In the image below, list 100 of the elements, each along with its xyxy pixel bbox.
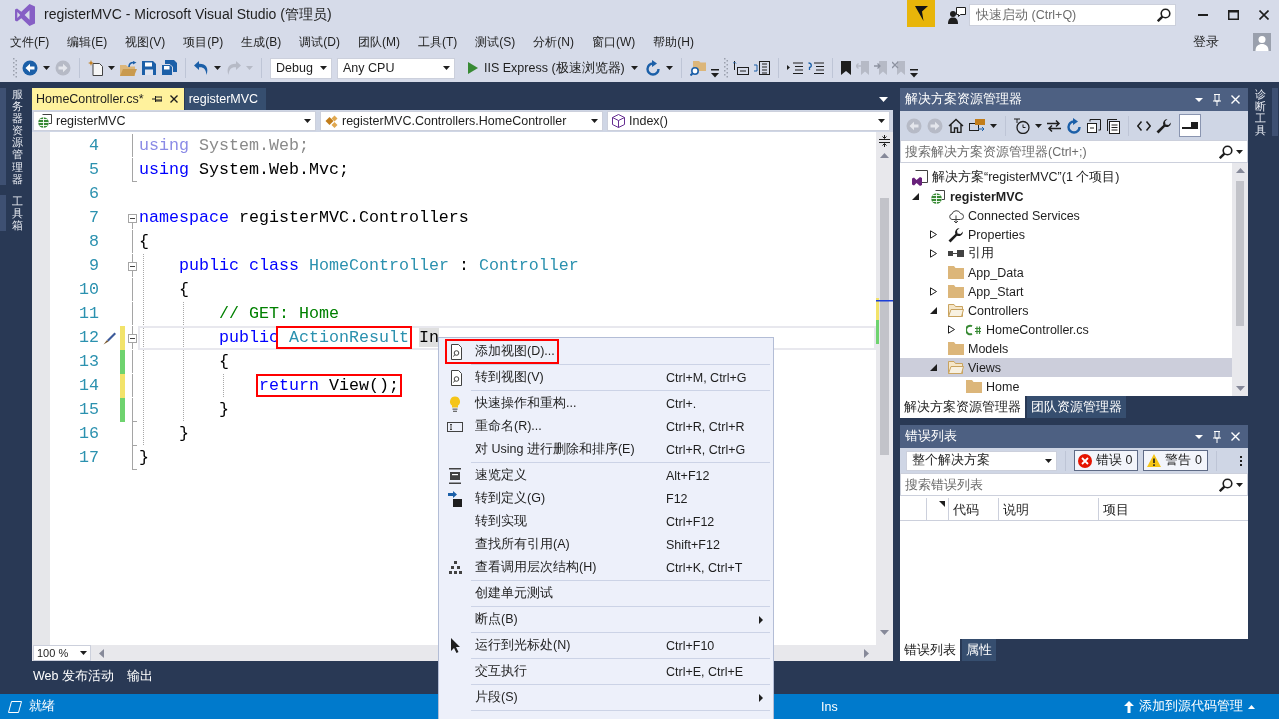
- panel-tab[interactable]: 错误列表: [900, 639, 960, 661]
- preview-toggle[interactable]: [1179, 114, 1201, 137]
- collapse-toggle-icon[interactable]: [127, 334, 137, 343]
- menu-item[interactable]: 文件(F): [1, 30, 59, 54]
- scroll-up-icon[interactable]: [880, 153, 889, 158]
- panel-tab[interactable]: 团队资源管理器: [1027, 396, 1126, 418]
- caret-icon[interactable]: [320, 66, 327, 70]
- text-lines-icon[interactable]: [786, 61, 803, 75]
- panel-tab[interactable]: 属性: [962, 639, 996, 661]
- menu-item[interactable]: 速览定义 Alt+F12: [439, 464, 773, 487]
- menu-item[interactable]: 添加视图(D)...: [439, 340, 773, 363]
- search-icon[interactable]: [1219, 477, 1233, 492]
- navigation-dropdown[interactable]: registerMVC: [33, 111, 316, 131]
- caret-icon[interactable]: [304, 119, 311, 123]
- panel-tab[interactable]: 解决方案资源管理器: [900, 396, 1025, 418]
- caret-up-icon[interactable]: [1248, 704, 1255, 709]
- navigation-dropdown[interactable]: registerMVC.Controllers.HomeController: [320, 111, 603, 131]
- caret-icon[interactable]: [990, 123, 997, 128]
- quick-launch-field[interactable]: 快速启动 (Ctrl+Q): [969, 4, 1176, 26]
- flag-icon[interactable]: [907, 0, 935, 27]
- caret-icon[interactable]: [879, 96, 888, 102]
- tree-item[interactable]: App_Data: [948, 265, 1024, 280]
- run-button[interactable]: IIS Express (极速浏览器): [460, 59, 640, 77]
- menu-item[interactable]: 转到视图(V) Ctrl+M, Ctrl+G: [439, 366, 773, 389]
- maximize-icon[interactable]: [1228, 10, 1239, 20]
- expander-arrow-icon[interactable]: [912, 193, 919, 200]
- tree-item[interactable]: Connected Services: [948, 208, 1080, 223]
- caret-icon[interactable]: [43, 66, 50, 70]
- menu-item[interactable]: 团队(M): [349, 30, 409, 54]
- tree-item[interactable]: Home: [966, 379, 1020, 394]
- scrollbar-thumb[interactable]: [1236, 181, 1244, 326]
- side-tab[interactable]: 工具箱: [0, 194, 23, 232]
- caret-icon[interactable]: [665, 66, 673, 70]
- scroll-down-icon[interactable]: [1235, 386, 1245, 391]
- refresh-icon[interactable]: [644, 60, 661, 76]
- close-icon[interactable]: [1259, 10, 1269, 20]
- filter-toggle[interactable]: 错误 0: [1074, 450, 1139, 471]
- back-icon[interactable]: [22, 60, 38, 76]
- menu-item[interactable]: 项目(P): [174, 30, 233, 54]
- collapse-toggle-icon[interactable]: [127, 262, 137, 271]
- window-arrow-icon[interactable]: [969, 119, 985, 132]
- zoom-dropdown[interactable]: 100 %: [33, 645, 91, 661]
- search-icon[interactable]: [1157, 8, 1171, 22]
- menu-item[interactable]: 转到定义(G) F12: [439, 487, 773, 510]
- pin-icon[interactable]: [151, 95, 162, 103]
- expander-arrow-icon[interactable]: [930, 230, 937, 239]
- up-arrow-icon[interactable]: [1124, 700, 1134, 713]
- tree-item[interactable]: Controllers: [948, 303, 1029, 318]
- expander-arrow-icon[interactable]: [930, 364, 937, 371]
- vertical-scrollbar[interactable]: [876, 132, 893, 645]
- grip-icon[interactable]: [13, 58, 17, 78]
- bookmark-icon[interactable]: [840, 61, 851, 75]
- collapse-toggle-icon[interactable]: [127, 214, 137, 223]
- caret-icon[interactable]: [214, 66, 221, 70]
- expander-arrow-icon[interactable]: [930, 307, 937, 314]
- side-tab[interactable]: 诊断工具: [1255, 88, 1278, 137]
- undo-icon[interactable]: [194, 61, 209, 75]
- filter-toggle[interactable]: 警告 0: [1143, 450, 1208, 471]
- menu-item[interactable]: 生成(B): [232, 30, 291, 54]
- code-brackets-icon[interactable]: [1137, 120, 1151, 131]
- side-tab[interactable]: 服务器资源管理器: [0, 88, 23, 185]
- caret-icon[interactable]: [80, 651, 87, 655]
- home-icon[interactable]: [948, 118, 964, 133]
- list-panel-icon[interactable]: [753, 60, 770, 76]
- vertical-scrollbar[interactable]: [1232, 163, 1248, 396]
- scroll-down-icon[interactable]: [880, 630, 889, 635]
- brush-icon[interactable]: [103, 331, 117, 345]
- caret-icon[interactable]: [108, 66, 115, 70]
- swap-arrows-icon[interactable]: [1047, 119, 1061, 132]
- caret-icon[interactable]: [443, 66, 450, 70]
- menu-item[interactable]: 运行到光标处(N) Ctrl+F10: [439, 634, 773, 657]
- caret-icon[interactable]: [630, 66, 638, 70]
- open-folder-icon[interactable]: [120, 60, 137, 76]
- menu-item[interactable]: 编辑(E): [58, 30, 117, 54]
- menu-item[interactable]: 对 Using 进行删除和排序(E) Ctrl+R, Ctrl+G: [439, 438, 773, 461]
- expander-arrow-icon[interactable]: [948, 325, 955, 334]
- folder-search-icon[interactable]: [689, 60, 706, 76]
- menu-item[interactable]: 窗口(W): [583, 30, 645, 54]
- menu-item[interactable]: 分析(N): [524, 30, 583, 54]
- documents-icon[interactable]: [1106, 117, 1120, 134]
- platform-dropdown[interactable]: Any CPU: [337, 57, 455, 79]
- tree-item[interactable]: registerMVC: [930, 189, 1024, 204]
- tree-item[interactable]: HomeController.cs: [966, 322, 1089, 337]
- menu-item[interactable]: 帮助(H): [644, 30, 703, 54]
- save-icon[interactable]: [142, 61, 156, 75]
- configuration-dropdown[interactable]: Debug: [270, 57, 332, 79]
- sign-in-link[interactable]: 登录: [1193, 33, 1219, 51]
- save-all-icon[interactable]: [161, 60, 177, 76]
- tree-item[interactable]: Models: [948, 341, 1009, 356]
- person-speech-bubble-icon[interactable]: [948, 6, 966, 24]
- clock-icon[interactable]: [1014, 117, 1030, 134]
- search-field[interactable]: 搜索错误列表: [900, 473, 1248, 496]
- search-field[interactable]: 搜索解决方案资源管理器(Ctrl+;): [900, 140, 1248, 163]
- tree-item[interactable]: 解决方案“registerMVC”(1 个项目): [912, 169, 1120, 186]
- menu-item[interactable]: 创建单元测试: [439, 582, 773, 605]
- scrollbar-thumb[interactable]: [880, 198, 889, 455]
- scroll-left-icon[interactable]: [99, 648, 104, 658]
- menu-item[interactable]: 查找所有引用(A) Shift+F12: [439, 533, 773, 556]
- caret-icon[interactable]: [1195, 97, 1203, 102]
- menu-item[interactable]: 视图(V): [116, 30, 175, 54]
